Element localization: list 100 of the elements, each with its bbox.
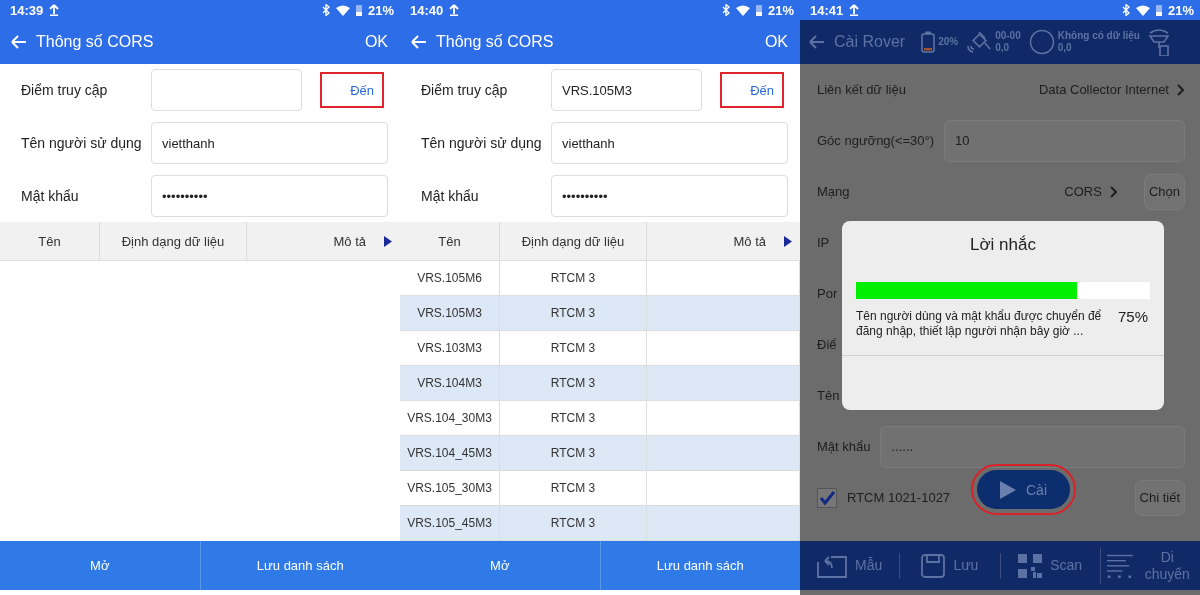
- floppy-icon: [921, 553, 946, 578]
- input-field[interactable]: vietthanh: [151, 122, 388, 164]
- clock-time: 14:41: [810, 2, 844, 18]
- table-row[interactable]: VRS.105M3 RTCM 3: [400, 296, 800, 331]
- table-cell: VRS.103M3: [417, 341, 482, 355]
- column-header: Định dạng dữ liệu: [521, 233, 625, 249]
- table-cell: VRS.104M3: [417, 376, 482, 390]
- field-label: Điểm truy cập: [421, 82, 509, 98]
- table-cell: RTCM 3: [550, 341, 596, 355]
- screen-title: Thông số CORS: [36, 33, 155, 51]
- setting-label: IP: [817, 235, 830, 250]
- circle-icon: [1028, 29, 1055, 55]
- setting-label: Tên: [817, 388, 840, 403]
- back-icon[interactable]: [808, 34, 826, 50]
- input-field[interactable]: 10: [944, 119, 1185, 162]
- table-cell: RTCM 3: [550, 376, 596, 390]
- toolbar-button[interactable]: Lưu: [899, 552, 1000, 579]
- status-reading: 20%: [938, 36, 959, 48]
- table-cell: RTCM 3: [550, 271, 596, 285]
- input-field[interactable]: ••••••••••: [551, 175, 788, 217]
- chevron-right-icon[interactable]: [1177, 83, 1185, 96]
- ok-button[interactable]: OK: [764, 33, 788, 51]
- setting-value[interactable]: Data Collector Internet: [1038, 82, 1169, 97]
- undo-icon: [817, 553, 847, 578]
- table-cell: VRS.105_30M3: [407, 481, 492, 495]
- setting-label: Liên kết dữ liệu: [817, 82, 906, 97]
- table-cell: VRS.105M6: [417, 271, 482, 285]
- go-button[interactable]: Đến: [320, 72, 384, 108]
- column-header: Mô tả: [733, 233, 766, 249]
- column-header: Tên: [38, 233, 61, 249]
- details-button[interactable]: Chi tiết: [1134, 479, 1185, 516]
- dialog-title: Lời nhắc: [969, 235, 1037, 255]
- bluetooth-icon: [321, 4, 330, 16]
- toolbar-button[interactable]: Di chuyển: [1099, 547, 1200, 584]
- battery-icon: [755, 4, 762, 16]
- table-row[interactable]: VRS.104_45M3 RTCM 3: [400, 436, 800, 471]
- input-field[interactable]: vietthanh: [551, 122, 788, 164]
- screen-title: Cài Rover: [834, 33, 906, 51]
- progress-percent: 75%: [1117, 309, 1149, 327]
- battery-percent: 21%: [367, 2, 394, 18]
- input-field[interactable]: ......: [880, 425, 1185, 468]
- toolbar-button[interactable]: Mẫu: [800, 552, 900, 579]
- setting-label: Góc ngưỡng(<=30°): [817, 133, 935, 148]
- upload-icon: [449, 4, 460, 16]
- status-reading: 00-00: [995, 30, 1021, 42]
- bottom-button[interactable]: Mở: [400, 541, 600, 590]
- field-label: Mật khẩu: [21, 188, 80, 204]
- wifi-icon: [735, 4, 750, 16]
- upload-icon: [849, 4, 860, 16]
- dialog-message: Tên người dùng và mật khẩu được chuyển để đăng nhập, thiết lập người nhận bây giờ ...: [856, 309, 1103, 339]
- battery-icon: [355, 4, 362, 16]
- upload-icon: [49, 4, 60, 16]
- bottom-button[interactable]: Mở: [0, 541, 200, 590]
- battery-icon: [1155, 4, 1162, 16]
- chevron-right-icon[interactable]: [1109, 185, 1118, 198]
- qr-code-icon: [1018, 553, 1043, 578]
- satellite-icon: [966, 30, 993, 54]
- table-row[interactable]: VRS.105_45M3 RTCM 3: [400, 506, 800, 541]
- setting-label: Por: [817, 286, 838, 301]
- field-label: Tên người sử dụng: [421, 135, 543, 151]
- column-header: Tên: [438, 233, 461, 249]
- input-field[interactable]: ••••••••••: [151, 175, 388, 217]
- table-cell: VRS.105_45M3: [407, 516, 492, 530]
- field-label: Điểm truy cập: [21, 82, 109, 98]
- table-cell: VRS.105M3: [417, 306, 482, 320]
- setting-label: Mạng: [817, 184, 850, 199]
- go-button[interactable]: Đến: [720, 72, 784, 108]
- status-reading: 0,0: [995, 42, 1011, 54]
- play-icon: [1000, 480, 1016, 499]
- status-reading: 0,0: [1057, 42, 1073, 54]
- table-cell: RTCM 3: [550, 446, 596, 460]
- field-label: Tên người sử dụng: [21, 135, 143, 151]
- battery-percent: 21%: [767, 2, 794, 18]
- table-cell: VRS.104_45M3: [407, 446, 492, 460]
- input-field[interactable]: VRS.105M3: [551, 69, 702, 111]
- bluetooth-icon: [1121, 4, 1130, 16]
- play-icon[interactable]: [384, 235, 392, 247]
- play-icon[interactable]: [784, 235, 792, 247]
- status-reading: Không có dữ liệu: [1057, 30, 1140, 42]
- ok-button[interactable]: OK: [364, 33, 388, 51]
- screen-title: Thông số CORS: [436, 33, 555, 51]
- table-row[interactable]: VRS.104M3 RTCM 3: [400, 366, 800, 401]
- table-cell: RTCM 3: [550, 411, 596, 425]
- field-label: Mật khẩu: [421, 188, 480, 204]
- column-header: Mô tả: [333, 233, 366, 249]
- table-cell: RTCM 3: [550, 516, 596, 530]
- column-header: Định dạng dữ liệu: [121, 233, 225, 249]
- choose-button[interactable]: Chọn: [1143, 173, 1185, 210]
- wifi-icon: [335, 4, 350, 16]
- setting-label: Điể: [817, 337, 837, 352]
- setting-value[interactable]: CORS: [1064, 184, 1102, 199]
- checkbox[interactable]: [817, 487, 837, 508]
- table-cell: VRS.104_30M3: [407, 411, 492, 425]
- battery-percent: 21%: [1167, 2, 1194, 18]
- checkbox-label: RTCM 1021-1027: [847, 490, 951, 505]
- input-field[interactable]: [151, 69, 302, 111]
- toolbar-button[interactable]: Scan: [999, 552, 1100, 579]
- antenna-icon: [1148, 28, 1170, 56]
- battery-icon: [921, 31, 936, 53]
- wifi-icon: [1135, 4, 1150, 16]
